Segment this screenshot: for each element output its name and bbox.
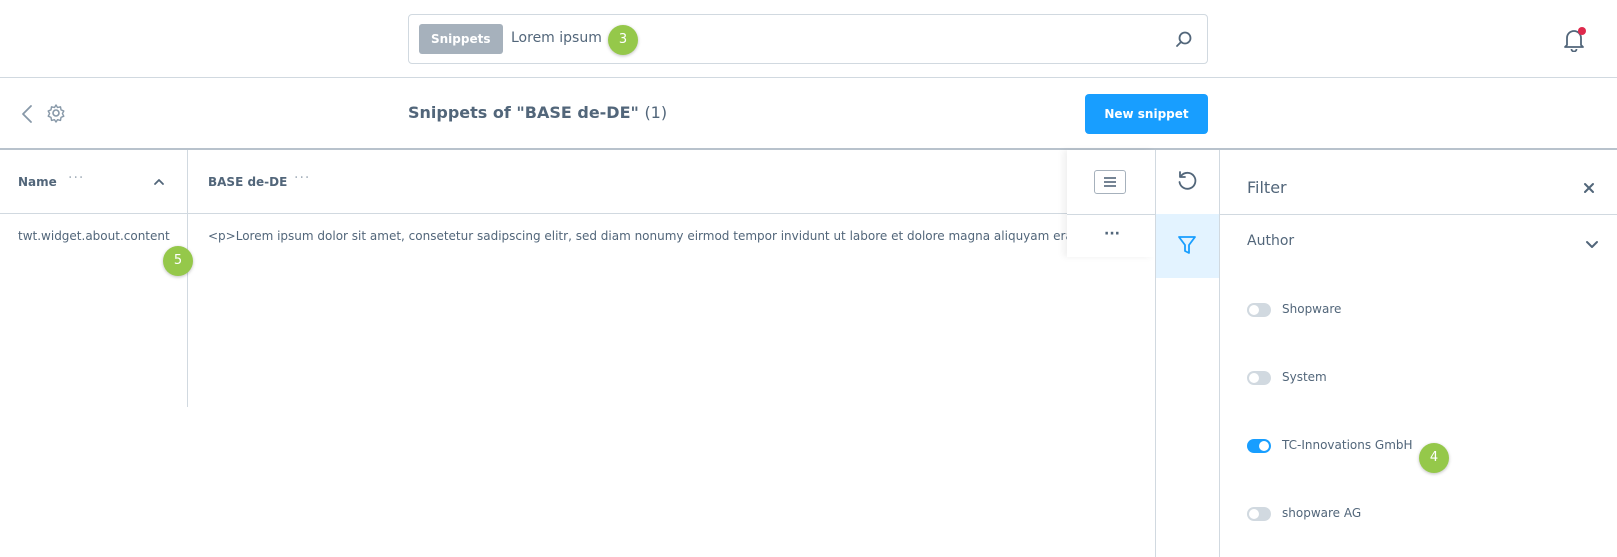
- smart-bar: Snippets of "BASE de-DE" (1) New snippet: [0, 78, 1617, 150]
- list-icon-glyph: [1104, 177, 1116, 187]
- chevron-down-icon[interactable]: [1585, 240, 1599, 249]
- column-menu-icon[interactable]: ···: [68, 170, 84, 186]
- toggle-switch[interactable]: [1247, 507, 1271, 521]
- cell-snippet-value[interactable]: <p>Lorem ipsum dolor sit amet, consetetu…: [208, 229, 1067, 243]
- toggle-switch[interactable]: [1247, 439, 1271, 453]
- grid-settings-column: ···: [1067, 150, 1155, 257]
- filter-option-label: Shopware: [1282, 302, 1342, 316]
- global-search[interactable]: Snippets Lorem ipsum: [408, 14, 1208, 64]
- column-header-name[interactable]: Name: [18, 175, 57, 189]
- filter-option-label: System: [1282, 370, 1327, 384]
- search-icon[interactable]: [1175, 30, 1193, 48]
- top-bar: Snippets Lorem ipsum: [0, 0, 1617, 78]
- grid-header: Name ··· BASE de-DE ···: [0, 150, 1155, 214]
- list-icon[interactable]: [1094, 170, 1126, 194]
- filter-button[interactable]: [1156, 214, 1219, 278]
- column-divider: [187, 150, 188, 407]
- refresh-button[interactable]: [1156, 150, 1219, 214]
- annotation-marker: 3: [608, 25, 638, 55]
- page-title-count: (1): [644, 103, 668, 122]
- search-type-tag[interactable]: Snippets: [419, 24, 503, 54]
- chevron-up-icon[interactable]: [153, 178, 165, 186]
- filter-group-author[interactable]: Author: [1247, 233, 1294, 249]
- annotation-marker: 4: [1419, 443, 1449, 473]
- filter-option-label: TC-Innovations GmbH: [1282, 438, 1413, 452]
- page-title: Snippets of "BASE de-DE" (1): [408, 103, 667, 122]
- page-title-text: Snippets of "BASE de-DE": [408, 103, 639, 122]
- notification-badge: [1578, 27, 1586, 35]
- filter-icon: [1178, 236, 1196, 254]
- annotation-marker: 5: [163, 246, 193, 276]
- grid-settings-divider: [1067, 214, 1155, 215]
- column-menu-icon[interactable]: ···: [294, 170, 310, 186]
- new-snippet-button[interactable]: New snippet: [1085, 94, 1208, 134]
- column-header-base-de-de[interactable]: BASE de-DE: [208, 175, 287, 189]
- toggle-switch[interactable]: [1247, 371, 1271, 385]
- filter-option-label: shopware AG: [1282, 506, 1362, 520]
- sidebar-navigation: [1155, 150, 1220, 557]
- filter-panel: Filter Author Shopware System TC-Innovat…: [1220, 150, 1617, 557]
- gear-icon[interactable]: [46, 103, 66, 123]
- toggle-switch[interactable]: [1247, 303, 1271, 317]
- refresh-icon: [1178, 171, 1197, 190]
- row-actions-icon[interactable]: ···: [1104, 226, 1120, 242]
- filter-title: Filter: [1247, 178, 1287, 197]
- search-input[interactable]: Lorem ipsum: [511, 30, 602, 46]
- chevron-left-icon[interactable]: [20, 104, 34, 124]
- close-icon[interactable]: [1583, 182, 1595, 194]
- cell-snippet-name[interactable]: twt.widget.about.content: [18, 229, 170, 243]
- filter-divider: [1220, 214, 1617, 215]
- snippet-grid: Name ··· BASE de-DE ··· twt.widget.about…: [0, 150, 1155, 557]
